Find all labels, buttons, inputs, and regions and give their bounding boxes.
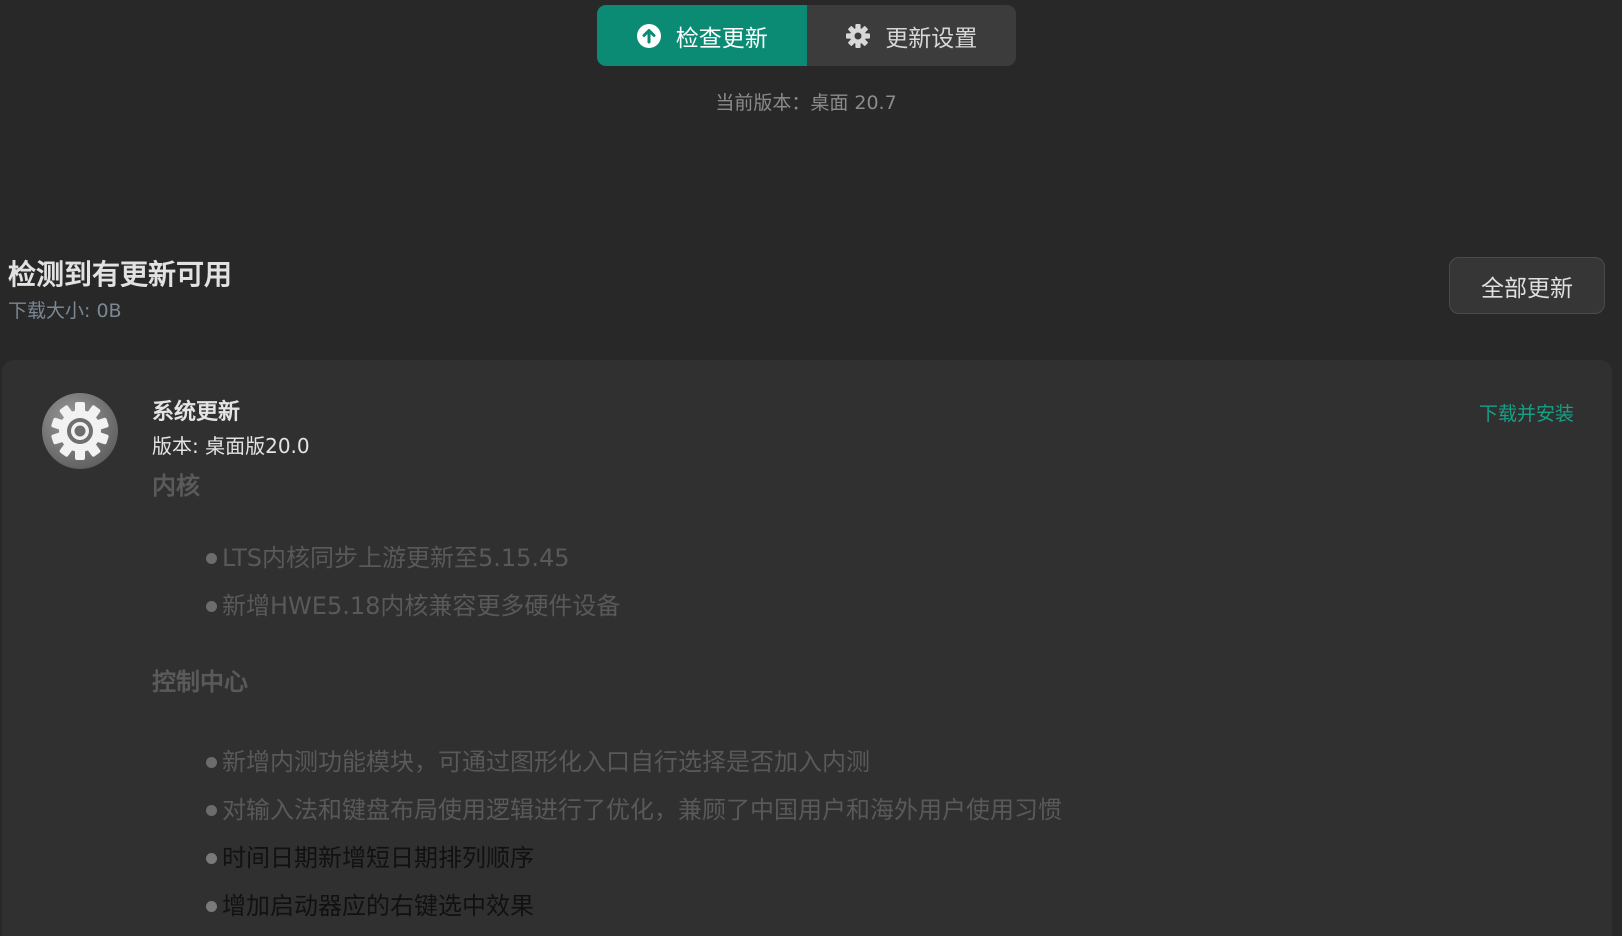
gear-icon: [40, 391, 120, 471]
control-center-notes-list: 新增内测功能模块，可通过图形化入口自行选择是否加入内测 对输入法和键盘布局使用逻…: [152, 738, 1452, 930]
update-available-title: 检测到有更新可用: [8, 258, 233, 291]
list-item: 新增内测功能模块，可通过图形化入口自行选择是否加入内测: [152, 738, 1452, 786]
tab-check-update-label: 检查更新: [675, 25, 768, 52]
update-tabs: 检查更新 更新设置: [597, 5, 1016, 66]
update-page: 检查更新 更新设置 当前版本：桌面 20.7 检测到有更新可用 下载大小: 0B…: [0, 0, 1622, 936]
list-item: 增加启动器应的右键选中效果: [152, 882, 1452, 930]
list-item: 时间日期新增短日期排列顺序: [152, 834, 1452, 882]
download-install-button[interactable]: 下载并安装: [1479, 399, 1574, 426]
tab-check-update[interactable]: 检查更新: [597, 5, 807, 66]
update-item-name: 系统更新: [152, 400, 241, 425]
list-item: 对输入法和键盘布局使用逻辑进行了优化，兼顾了中国用户和海外用户使用习惯: [152, 786, 1452, 834]
update-item-card: 系统更新 版本: 桌面版20.0 下载并安装 内核 LTS内核同步上游更新至5.…: [2, 360, 1612, 936]
update-item-version: 版本: 桌面版20.0: [152, 434, 310, 458]
section-title-control-center: 控制中心: [152, 668, 248, 696]
list-item: 新增HWE5.18内核兼容更多硬件设备: [152, 582, 1452, 630]
current-version: 当前版本：桌面 20.7: [715, 92, 897, 114]
list-item: LTS内核同步上游更新至5.15.45: [152, 534, 1452, 582]
download-size: 下载大小: 0B: [8, 300, 122, 322]
tab-update-settings[interactable]: 更新设置: [806, 5, 1016, 66]
release-notes: 内核 LTS内核同步上游更新至5.15.45 新增HWE5.18内核兼容更多硬件…: [152, 468, 1452, 930]
upload-arrow-circle-icon: [636, 23, 662, 49]
update-all-button[interactable]: 全部更新: [1449, 257, 1605, 314]
section-title-kernel: 内核: [152, 472, 200, 500]
gear-icon: [845, 23, 871, 49]
tab-update-settings-label: 更新设置: [885, 25, 978, 52]
kernel-notes-list: LTS内核同步上游更新至5.15.45 新增HWE5.18内核兼容更多硬件设备: [152, 534, 1452, 630]
